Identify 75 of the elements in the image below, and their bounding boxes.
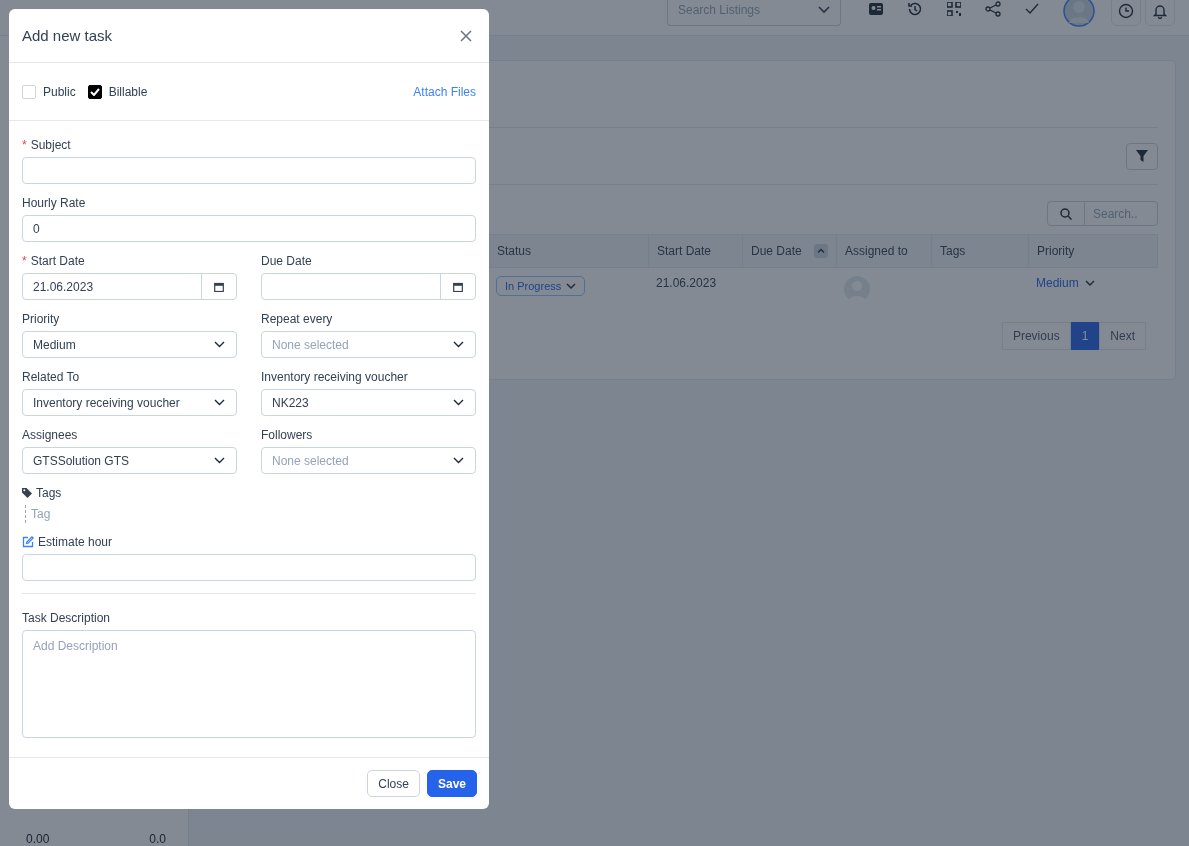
field-label: Related To <box>22 370 80 384</box>
check-icon[interactable] <box>1025 2 1039 15</box>
status-dropdown[interactable]: In Progress <box>496 276 586 296</box>
edit-icon <box>22 536 34 548</box>
select-field[interactable]: Medium <box>22 331 237 358</box>
chevron-down-icon <box>1084 279 1095 287</box>
field-label: Followers <box>261 428 313 442</box>
calendar-icon <box>453 281 463 292</box>
date-field[interactable]: 21.06.2023 <box>22 273 237 300</box>
bell-button[interactable] <box>1145 0 1175 26</box>
field-label: Tags <box>36 486 62 500</box>
field-label: Assignees <box>22 428 78 442</box>
input-field[interactable] <box>22 157 476 184</box>
input-field[interactable]: 0 <box>22 215 476 242</box>
required-mark: * <box>22 138 27 152</box>
checkbox-label: Public <box>43 84 76 99</box>
column-header[interactable]: Tags <box>932 235 1029 267</box>
chevron-down-icon <box>453 399 464 406</box>
attach-files-link[interactable]: Attach Files <box>413 84 476 99</box>
chevron-down-icon <box>214 457 225 464</box>
column-header[interactable]: Due Date <box>743 235 837 267</box>
field-label: Start Date <box>30 254 85 268</box>
total-value: 0.00 <box>26 832 50 846</box>
select-field[interactable]: GTSSolution GTS <box>22 447 237 474</box>
checkbox[interactable] <box>87 84 102 99</box>
clock-icon <box>1118 2 1134 19</box>
next-button[interactable]: Next <box>1099 322 1146 350</box>
filter-button[interactable] <box>1126 142 1158 170</box>
page-button[interactable]: 1 <box>1070 322 1100 350</box>
tag-input[interactable]: Tag <box>25 505 51 523</box>
avatar-icon[interactable] <box>1063 0 1095 27</box>
total-value: 0.0 <box>149 832 166 846</box>
field-label: Repeat every <box>261 312 333 326</box>
previous-button[interactable]: Previous <box>1001 322 1071 350</box>
field-label: Subject <box>30 138 71 152</box>
column-header[interactable]: Assigned to <box>837 235 932 267</box>
select-field[interactable]: None selected <box>261 331 476 358</box>
close-icon[interactable] <box>460 29 472 42</box>
share-icon[interactable] <box>985 0 1001 17</box>
date-field[interactable] <box>261 273 476 300</box>
select-field[interactable]: Inventory receiving voucher <box>22 389 237 416</box>
qr-code-icon[interactable] <box>947 1 961 16</box>
chevron-down-icon <box>453 457 464 464</box>
chevron-down-icon <box>818 6 830 14</box>
chevron-down-icon <box>214 341 225 348</box>
field-label: Priority <box>22 312 60 326</box>
contact-card-icon[interactable] <box>869 2 883 15</box>
modal-title: Add new task <box>22 27 113 44</box>
save-button[interactable]: Save <box>426 770 477 797</box>
sort-icon[interactable] <box>814 244 828 258</box>
bell-icon <box>1152 2 1168 19</box>
input-field[interactable] <box>22 554 476 581</box>
chevron-down-icon <box>214 399 225 406</box>
required-mark: * <box>22 254 27 268</box>
field-label: Hourly Rate <box>22 196 86 210</box>
clock-button[interactable] <box>1111 0 1141 26</box>
field-label: Estimate hour <box>38 535 113 549</box>
field-label: Due Date <box>261 254 312 268</box>
table-cell: 21.06.2023 <box>656 276 717 290</box>
chevron-down-icon <box>453 341 464 348</box>
column-header[interactable]: Priority <box>1029 235 1150 267</box>
close-button[interactable]: Close <box>367 770 420 797</box>
field-label: Inventory receiving voucher <box>261 370 408 384</box>
description-textarea[interactable]: Add Description <box>22 630 476 738</box>
field-label: Task Description <box>22 611 111 625</box>
priority-dropdown[interactable]: Medium <box>1036 276 1095 290</box>
filter-icon <box>1136 150 1148 162</box>
tag-icon <box>22 488 32 498</box>
select-field[interactable]: None selected <box>261 447 476 474</box>
history-icon[interactable] <box>907 0 923 17</box>
select-field[interactable]: NK223 <box>261 389 476 416</box>
chevron-down-icon <box>566 282 577 290</box>
calendar-icon <box>214 281 224 292</box>
column-header[interactable]: Start Date <box>649 235 743 267</box>
checkbox-label: Billable <box>108 84 148 99</box>
